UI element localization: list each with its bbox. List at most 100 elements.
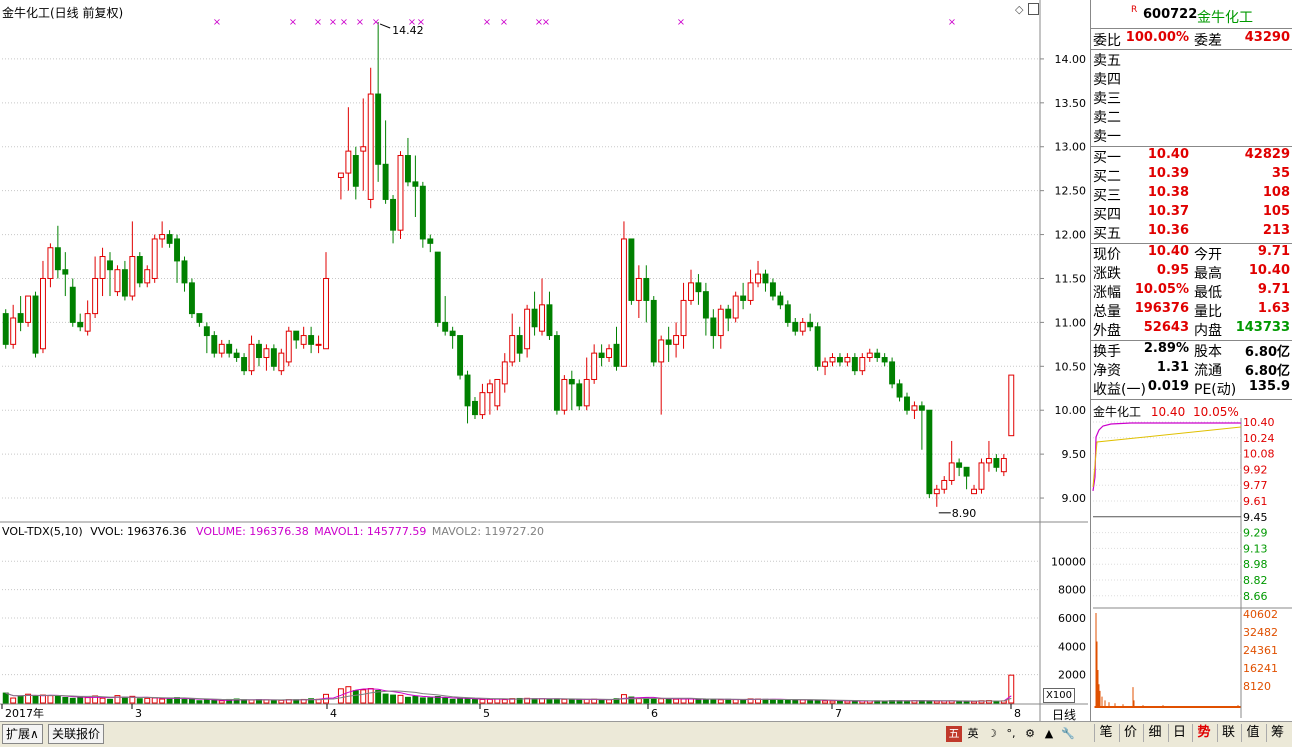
volume-bar[interactable] <box>457 698 464 704</box>
candle-body[interactable] <box>866 352 873 359</box>
volume-bar[interactable] <box>606 699 613 704</box>
candle-body[interactable] <box>248 343 255 372</box>
candle-body[interactable] <box>717 308 724 337</box>
candle-body[interactable] <box>918 405 925 411</box>
candle-body[interactable] <box>472 400 478 416</box>
volume-bar[interactable] <box>367 688 374 704</box>
volume-bar[interactable] <box>732 699 739 704</box>
volume-bar[interactable] <box>382 693 389 704</box>
candle-body[interactable] <box>904 396 910 411</box>
candle-body[interactable] <box>1008 374 1015 437</box>
candle-body[interactable] <box>345 150 352 174</box>
volume-bar[interactable] <box>784 699 791 704</box>
volume-bar[interactable] <box>777 699 784 704</box>
volume-bar[interactable] <box>144 697 151 704</box>
candle-body[interactable] <box>613 343 620 367</box>
candle-body[interactable] <box>516 335 523 354</box>
candle-body[interactable] <box>382 163 389 200</box>
side-tab-3[interactable]: 日 <box>1167 724 1191 742</box>
candle-body[interactable] <box>181 260 188 284</box>
candle-body[interactable] <box>278 352 285 372</box>
candle-body[interactable] <box>129 256 136 297</box>
volume-bar[interactable] <box>464 697 471 704</box>
candle-body[interactable] <box>702 291 709 319</box>
ime-icon-6[interactable]: 🔧 <box>1060 726 1076 742</box>
volume-bar[interactable] <box>442 697 449 704</box>
candle-body[interactable] <box>561 378 568 411</box>
candle-body[interactable] <box>337 172 344 178</box>
side-tab-4[interactable]: 势 <box>1192 724 1215 742</box>
volume-bar[interactable] <box>121 696 128 704</box>
candle-body[interactable] <box>308 335 315 345</box>
candle-body[interactable] <box>926 409 933 495</box>
candle-body[interactable] <box>69 286 76 323</box>
intraday-chart[interactable]: 10.40 10.24 10.08 9.92 9.77 9.61 9.45 9.29 9.13 8… <box>1091 418 1292 718</box>
candle-body[interactable] <box>62 269 69 275</box>
candle-body[interactable] <box>755 273 761 284</box>
volume-bar[interactable] <box>546 698 553 704</box>
candle-body[interactable] <box>941 479 948 490</box>
volume-bar[interactable] <box>695 698 702 704</box>
volume-bar[interactable] <box>211 699 218 704</box>
candle-body[interactable] <box>688 282 694 301</box>
candle-body[interactable] <box>769 282 776 297</box>
volume-bar[interactable] <box>17 695 24 704</box>
volume-bar[interactable] <box>352 690 359 704</box>
candle-body[interactable] <box>174 238 180 262</box>
candle-body[interactable] <box>486 383 493 394</box>
candle-body[interactable] <box>256 343 262 359</box>
volume-bar[interactable] <box>397 694 404 704</box>
candle-body[interactable] <box>822 361 829 367</box>
volume-bar[interactable] <box>933 700 940 704</box>
candle-body[interactable] <box>874 352 881 359</box>
candle-body[interactable] <box>218 343 225 354</box>
related-quote-tab[interactable]: 关联报价 <box>48 724 105 744</box>
volume-bar[interactable] <box>993 700 1000 704</box>
candle-body[interactable] <box>680 299 687 337</box>
candle-body[interactable] <box>300 335 307 345</box>
candle-body[interactable] <box>896 383 903 398</box>
diamond-icon[interactable]: ◇ <box>1015 3 1023 16</box>
candle-body[interactable] <box>419 185 426 240</box>
candle-body[interactable] <box>583 378 590 407</box>
candle-body[interactable] <box>352 155 359 187</box>
candle-body[interactable] <box>792 321 799 332</box>
candle-body[interactable] <box>829 357 836 363</box>
candle-body[interactable] <box>732 295 739 319</box>
volume-bar[interactable] <box>360 689 367 704</box>
candle-body[interactable] <box>985 458 992 464</box>
candle-body[interactable] <box>978 462 985 490</box>
volume-bar[interactable] <box>561 698 568 704</box>
side-tab-2[interactable]: 细 <box>1143 724 1166 742</box>
volume-bar[interactable] <box>159 698 166 704</box>
candle-body[interactable] <box>673 335 680 345</box>
candle-body[interactable] <box>17 313 24 323</box>
candle-body[interactable] <box>270 348 277 367</box>
volume-bar[interactable] <box>472 698 478 704</box>
candle-body[interactable] <box>32 295 39 354</box>
ime-icon-4[interactable]: ⚙ <box>1022 726 1038 742</box>
volume-bar[interactable] <box>702 698 709 704</box>
candle-body[interactable] <box>546 304 553 337</box>
kline-chart-svg[interactable]: 14.00 13.50 13.00 12.50 12.00 11.50 11.00 10.50… <box>0 0 1088 721</box>
volume-bar[interactable] <box>248 699 255 704</box>
candle-body[interactable] <box>2 313 9 345</box>
candle-body[interactable] <box>553 335 560 411</box>
volume-bar[interactable] <box>404 696 411 704</box>
candle-body[interactable] <box>136 256 143 284</box>
candle-body[interactable] <box>859 357 866 372</box>
candle-body[interactable] <box>777 295 784 306</box>
volume-bar[interactable] <box>181 698 188 704</box>
candle-body[interactable] <box>710 317 717 337</box>
candle-body[interactable] <box>971 488 977 495</box>
volume-bar[interactable] <box>77 696 84 704</box>
candle-body[interactable] <box>25 295 32 323</box>
volume-bar[interactable] <box>2 692 9 704</box>
candle-body[interactable] <box>598 352 605 359</box>
volume-bar[interactable] <box>10 697 17 704</box>
candle-body[interactable] <box>494 378 501 407</box>
volume-bar[interactable] <box>792 699 799 704</box>
volume-bar[interactable] <box>479 698 486 704</box>
volume-bar[interactable] <box>598 699 605 704</box>
ime-icon-1[interactable]: 英 <box>965 726 981 742</box>
